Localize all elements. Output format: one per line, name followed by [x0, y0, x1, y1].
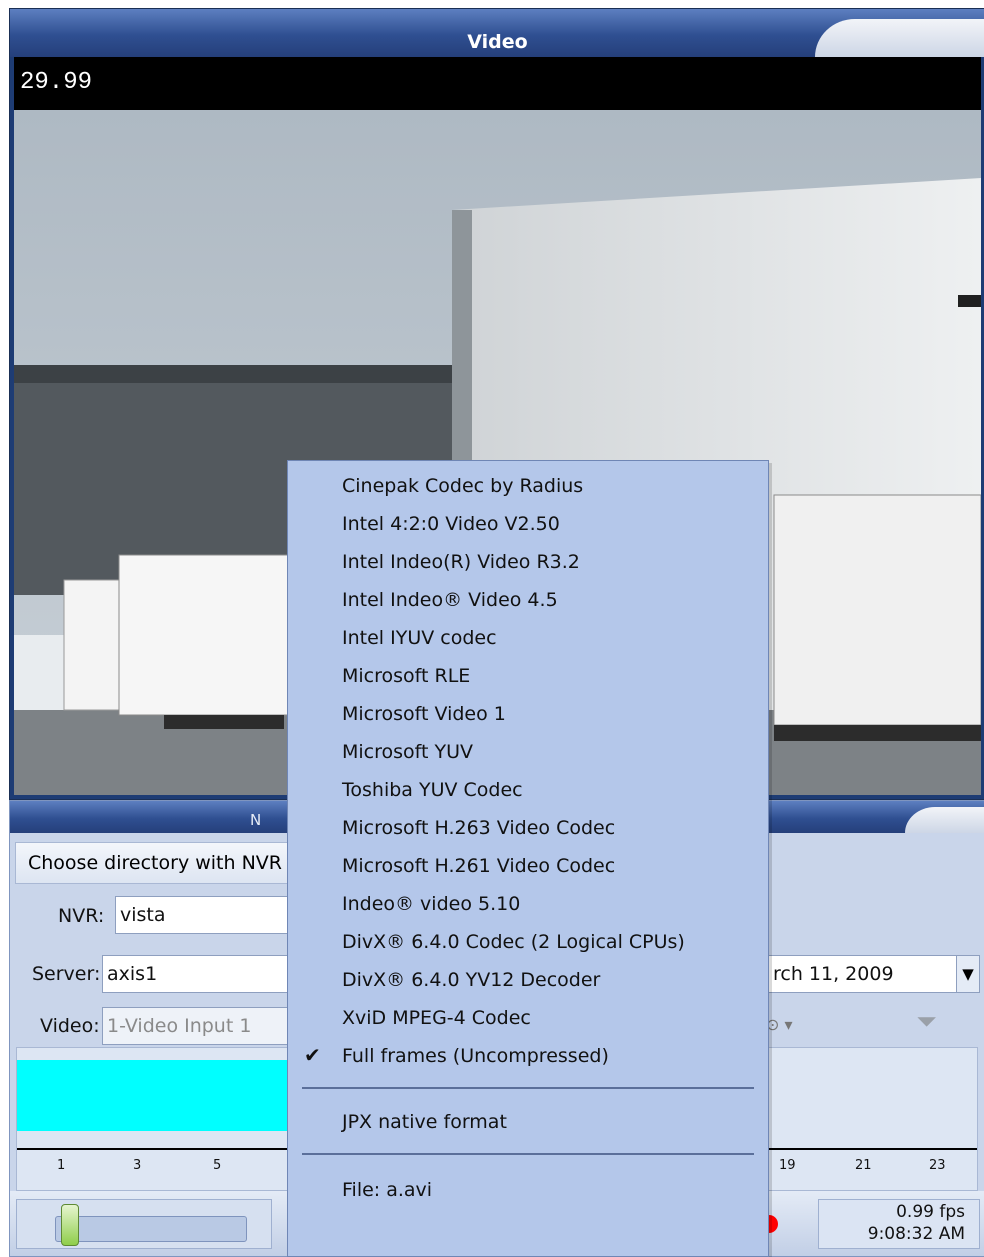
video-title: Video: [467, 31, 528, 53]
slider-thumb[interactable]: [61, 1204, 79, 1246]
menu-item-divx-codec[interactable]: DivX® 6.4.0 Codec (2 Logical CPUs): [342, 931, 685, 953]
chevron-down-icon[interactable]: ▼: [956, 955, 980, 993]
nvr-panel-title: N: [250, 811, 262, 829]
nvr-label: NVR:: [58, 905, 105, 927]
menu-item-jpx-native[interactable]: JPX native format: [342, 1111, 507, 1133]
video-label: Video:: [40, 1015, 100, 1037]
menu-item-xvid[interactable]: XviD MPEG-4 Codec: [342, 1007, 531, 1029]
menu-item-ms-yuv[interactable]: Microsoft YUV: [342, 741, 473, 763]
choose-directory-button[interactable]: Choose directory with NVR: [15, 842, 290, 884]
menu-item-intel-420[interactable]: Intel 4:2:0 Video V2.50: [342, 513, 560, 535]
menu-item-ms-video1[interactable]: Microsoft Video 1: [342, 703, 506, 725]
ruler-label: 3: [133, 1158, 142, 1173]
server-label: Server:: [32, 963, 101, 985]
menu-item-iyuv[interactable]: Intel IYUV codec: [342, 627, 497, 649]
menu-item-toshiba-yuv[interactable]: Toshiba YUV Codec: [342, 779, 523, 801]
date-field[interactable]: rch 11, 2009: [768, 955, 958, 993]
fps-overlay-bar: 29.99: [14, 57, 981, 110]
slider-track: [55, 1216, 247, 1242]
menu-item-h263[interactable]: Microsoft H.263 Video Codec: [342, 817, 615, 839]
menu-item-full-frames[interactable]: Full frames (Uncompressed): [342, 1045, 609, 1067]
status-time: 9:08:32 AM: [867, 1224, 965, 1244]
status-panel: 0.99 fps 9:08:32 AM: [818, 1199, 980, 1249]
checkmark-icon: ✔: [304, 1043, 321, 1067]
menu-separator: [302, 1087, 754, 1089]
server-field[interactable]: axis1: [102, 955, 290, 993]
recorded-segment: [17, 1060, 292, 1131]
nvr-field[interactable]: vista: [115, 896, 290, 934]
menu-item-indeo-510[interactable]: Indeo® video 5.10: [342, 893, 520, 915]
menu-item-file[interactable]: File: a.avi: [342, 1179, 432, 1201]
video-titlebar[interactable]: Video: [10, 9, 984, 57]
menu-item-indeo-r32[interactable]: Intel Indeo(R) Video R3.2: [342, 551, 580, 573]
ruler-label: 21: [855, 1158, 872, 1173]
ruler-label: 19: [779, 1158, 796, 1173]
status-fps: 0.99 fps: [896, 1202, 965, 1222]
ruler-label: 1: [57, 1158, 66, 1173]
filter-icon[interactable]: ⏷: [916, 1007, 937, 1038]
option-icon[interactable]: ⊙ ▾: [766, 1015, 793, 1034]
speed-slider[interactable]: [16, 1199, 272, 1249]
menu-item-h261[interactable]: Microsoft H.261 Video Codec: [342, 855, 615, 877]
menu-item-divx-yv12[interactable]: DivX® 6.4.0 YV12 Decoder: [342, 969, 600, 991]
ruler-label: 5: [213, 1158, 222, 1173]
panel-titlebar-tab: [905, 807, 984, 833]
codec-context-menu: Cinepak Codec by Radius Intel 4:2:0 Vide…: [287, 460, 769, 1257]
ruler-label: 23: [929, 1158, 946, 1173]
fps-overlay-text: 29.99: [20, 69, 93, 96]
menu-separator: [302, 1153, 754, 1155]
menu-item-indeo-45[interactable]: Intel Indeo® Video 4.5: [342, 589, 558, 611]
menu-item-ms-rle[interactable]: Microsoft RLE: [342, 665, 470, 687]
video-input-field[interactable]: 1-Video Input 1: [102, 1007, 290, 1045]
menu-item-cinepak[interactable]: Cinepak Codec by Radius: [342, 475, 583, 497]
